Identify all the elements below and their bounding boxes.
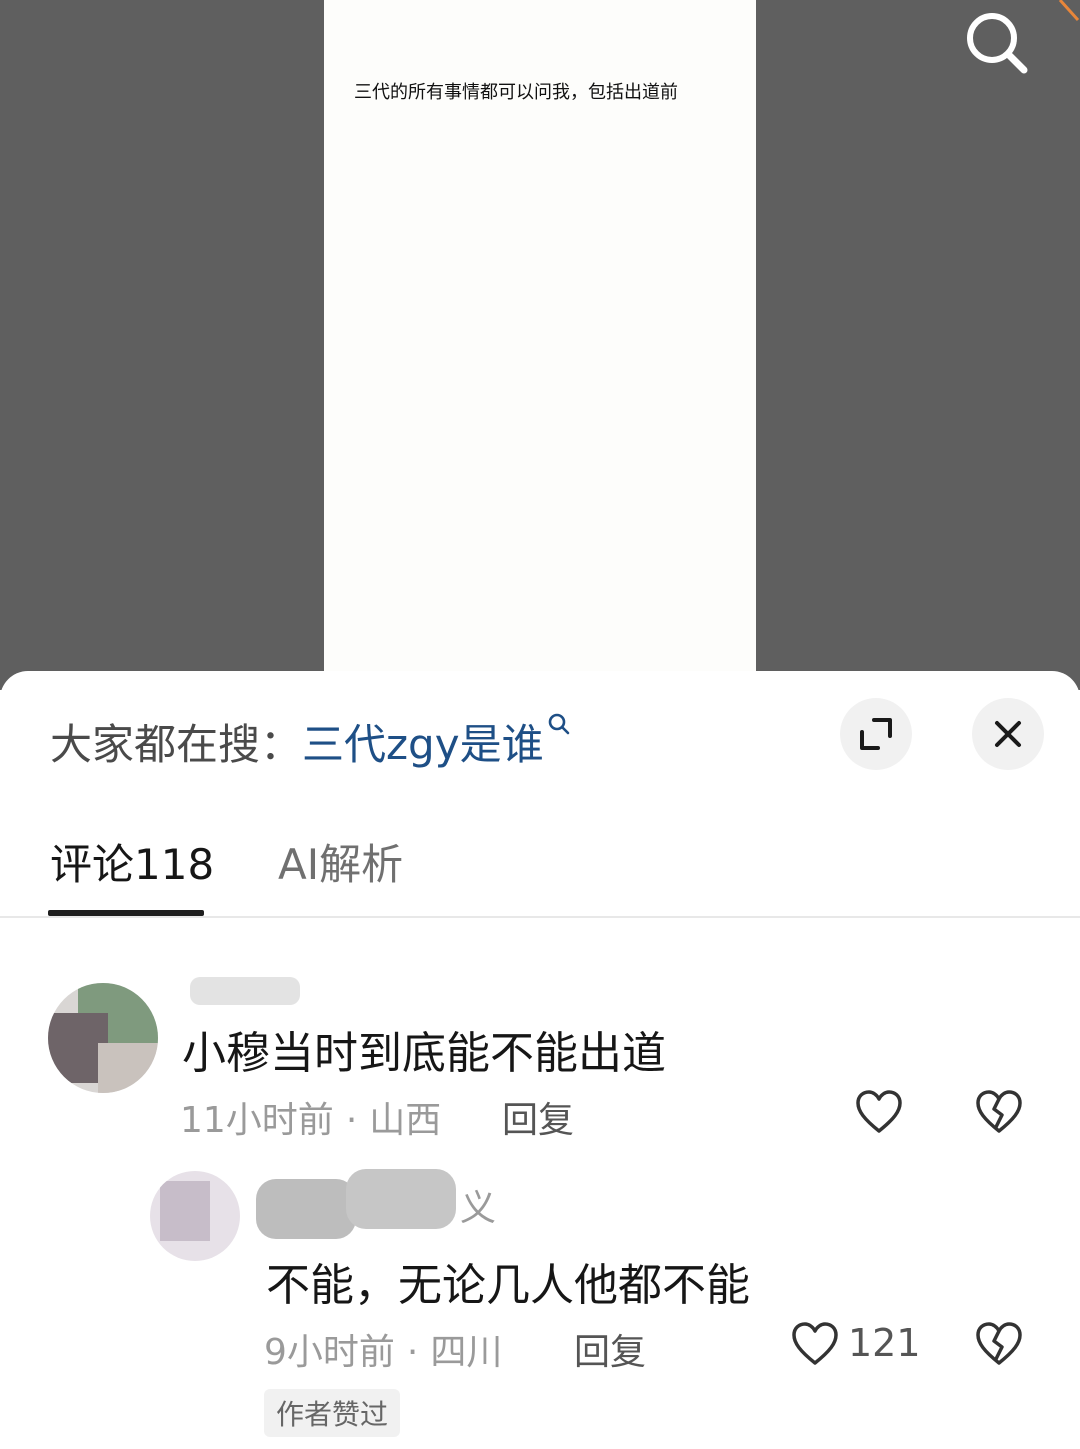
reply-button[interactable]: 回复 [502,1091,574,1143]
trending-search[interactable]: 大家都在搜：三代zgy是谁 [50,711,572,772]
broken-heart-icon[interactable] [974,1087,1024,1137]
comment-meta: 11小时前 · 山西 [180,1091,441,1143]
comment-sheet: 大家都在搜：三代zgy是谁 评论118 AI解析 小穆当时到底能不能出道 11小… [0,671,1080,1449]
close-icon [995,721,1021,747]
progress-accent [1058,0,1080,22]
expand-icon [860,718,892,750]
trending-prefix: 大家都在搜： [50,720,303,769]
heart-icon[interactable] [854,1087,904,1137]
meta-separator: · [345,1100,358,1141]
username-blurred[interactable] [190,967,310,1017]
reply-button[interactable]: 回复 [574,1323,646,1375]
avatar-image [48,983,158,1093]
author-liked-badge: 作者赞过 [264,1389,401,1437]
avatar-image [150,1171,240,1261]
video-player[interactable]: 三代的所有事情都可以问我，包括出道前 [0,0,1080,690]
tab-ai-analysis[interactable]: AI解析 [278,831,403,892]
meta-separator: · [406,1332,419,1373]
comment-text: 小穆当时到底能不能出道 [182,1028,666,1079]
broken-heart-icon[interactable] [974,1319,1024,1369]
trending-query-link[interactable]: 三代zgy是谁 [302,720,544,769]
comment-meta: 9小时前 · 四川 [264,1323,502,1375]
mini-search-icon [548,713,569,735]
comment-time: 9小时前 [264,1332,395,1373]
avatar[interactable] [48,983,158,1093]
avatar[interactable] [150,1171,240,1261]
comment-text: 不能，无论几人他都不能 [266,1260,750,1311]
expand-button[interactable] [840,698,912,770]
tab-comments[interactable]: 评论118 [50,831,214,892]
video-caption: 三代的所有事情都可以问我，包括出道前 [354,82,678,103]
username-blurred[interactable] [256,1159,466,1249]
comment-time: 11小时前 [180,1100,334,1141]
tab-divider [0,916,1080,918]
comment-location: 四川 [430,1332,503,1373]
heart-icon[interactable] [790,1319,840,1369]
search-icon[interactable] [960,8,1032,80]
like-count: 121 [848,1321,921,1365]
close-button[interactable] [972,698,1044,770]
comment-location: 山西 [369,1100,442,1141]
username-suffix: 义 [460,1188,497,1229]
